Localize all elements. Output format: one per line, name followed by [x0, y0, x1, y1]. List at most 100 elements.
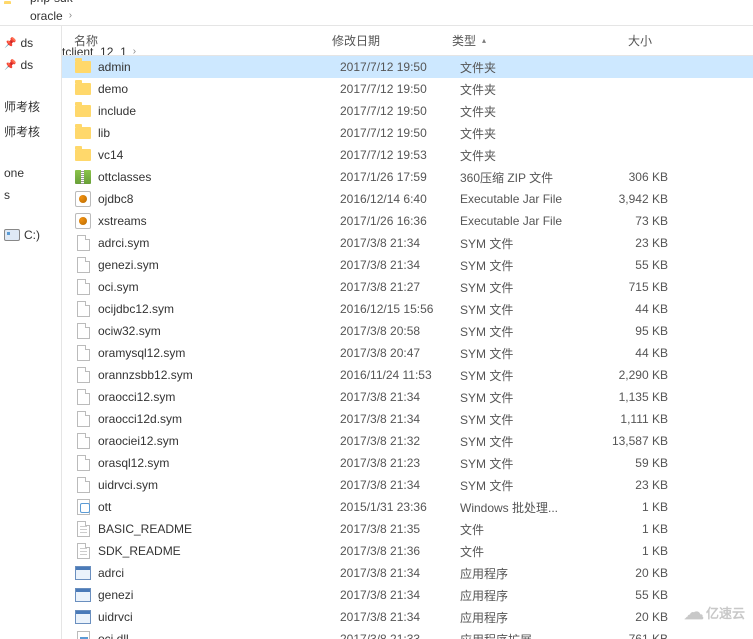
nav-item[interactable]: 师考核	[0, 119, 61, 144]
file-row[interactable]: oraocci12d.sym2017/3/8 21:34SYM 文件1,111 …	[62, 408, 753, 430]
file-row[interactable]: oci.dll2017/3/8 21:33应用程序扩展761 KB	[62, 628, 753, 639]
file-date: 2017/3/8 20:47	[340, 346, 460, 360]
folder-icon	[4, 4, 22, 22]
file-name: ociw32.sym	[98, 324, 340, 338]
breadcrumb-item[interactable]: oracle	[28, 7, 65, 25]
file-list: admin2017/7/12 19:50文件夹demo2017/7/12 19:…	[62, 56, 753, 639]
file-size: 23 KB	[590, 236, 668, 250]
dll-icon	[74, 630, 92, 639]
file-row[interactable]: ociw32.sym2017/3/8 20:58SYM 文件95 KB	[62, 320, 753, 342]
file-row[interactable]: oramysql12.sym2017/3/8 20:47SYM 文件44 KB	[62, 342, 753, 364]
file-icon	[74, 410, 92, 428]
file-row[interactable]: orasql12.sym2017/3/8 21:23SYM 文件59 KB	[62, 452, 753, 474]
file-type: SYM 文件	[460, 455, 590, 472]
exe-icon	[74, 564, 92, 582]
file-size: 306 KB	[590, 170, 668, 184]
file-name: ottclasses	[98, 170, 340, 184]
nav-item[interactable]: 师考核	[0, 94, 61, 119]
file-size: 1,135 KB	[590, 390, 668, 404]
nav-item[interactable]: 📌ds	[0, 32, 61, 54]
file-date: 2017/3/8 20:58	[340, 324, 460, 338]
file-type: 应用程序	[460, 609, 590, 626]
file-row[interactable]: uidrvci2017/3/8 21:34应用程序20 KB	[62, 606, 753, 628]
file-size: 73 KB	[590, 214, 668, 228]
file-date: 2016/11/24 11:53	[340, 368, 460, 382]
file-icon	[74, 278, 92, 296]
file-name: adrci	[98, 566, 340, 580]
file-row[interactable]: lib2017/7/12 19:50文件夹	[62, 122, 753, 144]
nav-item[interactable]: one	[0, 162, 61, 184]
file-size: 55 KB	[590, 258, 668, 272]
file-name: uidrvci	[98, 610, 340, 624]
file-row[interactable]: oci.sym2017/3/8 21:27SYM 文件715 KB	[62, 276, 753, 298]
file-row[interactable]: adrci2017/3/8 21:34应用程序20 KB	[62, 562, 753, 584]
file-row[interactable]: adrci.sym2017/3/8 21:34SYM 文件23 KB	[62, 232, 753, 254]
file-row[interactable]: uidrvci.sym2017/3/8 21:34SYM 文件23 KB	[62, 474, 753, 496]
nav-item-label: s	[4, 188, 10, 202]
file-name: ott	[98, 500, 340, 514]
file-size: 1 KB	[590, 500, 668, 514]
file-size: 761 KB	[590, 632, 668, 639]
file-row[interactable]: genezi2017/3/8 21:34应用程序55 KB	[62, 584, 753, 606]
file-name: genezi.sym	[98, 258, 340, 272]
nav-drive[interactable]: C:)	[0, 224, 61, 246]
folder-icon	[74, 146, 92, 164]
file-date: 2017/3/8 21:35	[340, 522, 460, 536]
file-name: oraocci12d.sym	[98, 412, 340, 426]
file-type: 文件夹	[460, 81, 590, 98]
nav-item[interactable]: 📌ds	[0, 54, 61, 76]
column-date[interactable]: 修改日期	[322, 26, 442, 55]
file-row[interactable]: SDK_README2017/3/8 21:36文件1 KB	[62, 540, 753, 562]
file-name: BASIC_README	[98, 522, 340, 536]
file-date: 2017/3/8 21:34	[340, 258, 460, 272]
file-name: ojdbc8	[98, 192, 340, 206]
file-type: 应用程序	[460, 565, 590, 582]
file-date: 2015/1/31 23:36	[340, 500, 460, 514]
file-name: admin	[98, 60, 340, 74]
file-icon	[74, 388, 92, 406]
file-type: SYM 文件	[460, 345, 590, 362]
file-icon	[74, 234, 92, 252]
file-row[interactable]: orannzsbb12.sym2016/11/24 11:53SYM 文件2,2…	[62, 364, 753, 386]
file-row[interactable]: oraocci12.sym2017/3/8 21:34SYM 文件1,135 K…	[62, 386, 753, 408]
file-row[interactable]: ottclasses2017/1/26 17:59360压缩 ZIP 文件306…	[62, 166, 753, 188]
file-size: 55 KB	[590, 588, 668, 602]
file-row[interactable]: demo2017/7/12 19:50文件夹	[62, 78, 753, 100]
file-name: SDK_README	[98, 544, 340, 558]
file-size: 3,942 KB	[590, 192, 668, 206]
file-date: 2016/12/15 15:56	[340, 302, 460, 316]
file-icon	[74, 256, 92, 274]
column-size[interactable]: 大小	[572, 26, 662, 55]
file-row[interactable]: include2017/7/12 19:50文件夹	[62, 100, 753, 122]
file-name: adrci.sym	[98, 236, 340, 250]
file-row[interactable]: BASIC_README2017/3/8 21:35文件1 KB	[62, 518, 753, 540]
nav-item-label: ds	[20, 58, 33, 72]
file-row[interactable]: oraociei12.sym2017/3/8 21:32SYM 文件13,587…	[62, 430, 753, 452]
file-row[interactable]: ocijdbc12.sym2016/12/15 15:56SYM 文件44 KB	[62, 298, 753, 320]
nav-item-label: ds	[20, 36, 33, 50]
file-row[interactable]: ojdbc82016/12/14 6:40Executable Jar File…	[62, 188, 753, 210]
file-row[interactable]: vc142017/7/12 19:53文件夹	[62, 144, 753, 166]
zip-icon	[74, 168, 92, 186]
nav-item[interactable]: s	[0, 184, 61, 206]
column-type[interactable]: 类型▴	[442, 26, 572, 55]
txt-icon	[74, 542, 92, 560]
file-date: 2017/3/8 21:36	[340, 544, 460, 558]
file-row[interactable]: genezi.sym2017/3/8 21:34SYM 文件55 KB	[62, 254, 753, 276]
file-type: SYM 文件	[460, 235, 590, 252]
file-size: 20 KB	[590, 610, 668, 624]
file-row[interactable]: ott2015/1/31 23:36Windows 批处理...1 KB	[62, 496, 753, 518]
drive-icon	[4, 229, 20, 241]
file-size: 59 KB	[590, 456, 668, 470]
file-type: SYM 文件	[460, 367, 590, 384]
file-date: 2017/3/8 21:27	[340, 280, 460, 294]
file-type: SYM 文件	[460, 433, 590, 450]
column-name[interactable]: 名称	[62, 26, 322, 55]
file-row[interactable]: xstreams2017/1/26 16:36Executable Jar Fi…	[62, 210, 753, 232]
file-icon	[74, 322, 92, 340]
file-date: 2017/3/8 21:34	[340, 610, 460, 624]
file-size: 2,290 KB	[590, 368, 668, 382]
file-date: 2017/7/12 19:50	[340, 82, 460, 96]
file-type: 文件夹	[460, 103, 590, 120]
file-row[interactable]: admin2017/7/12 19:50文件夹	[62, 56, 753, 78]
